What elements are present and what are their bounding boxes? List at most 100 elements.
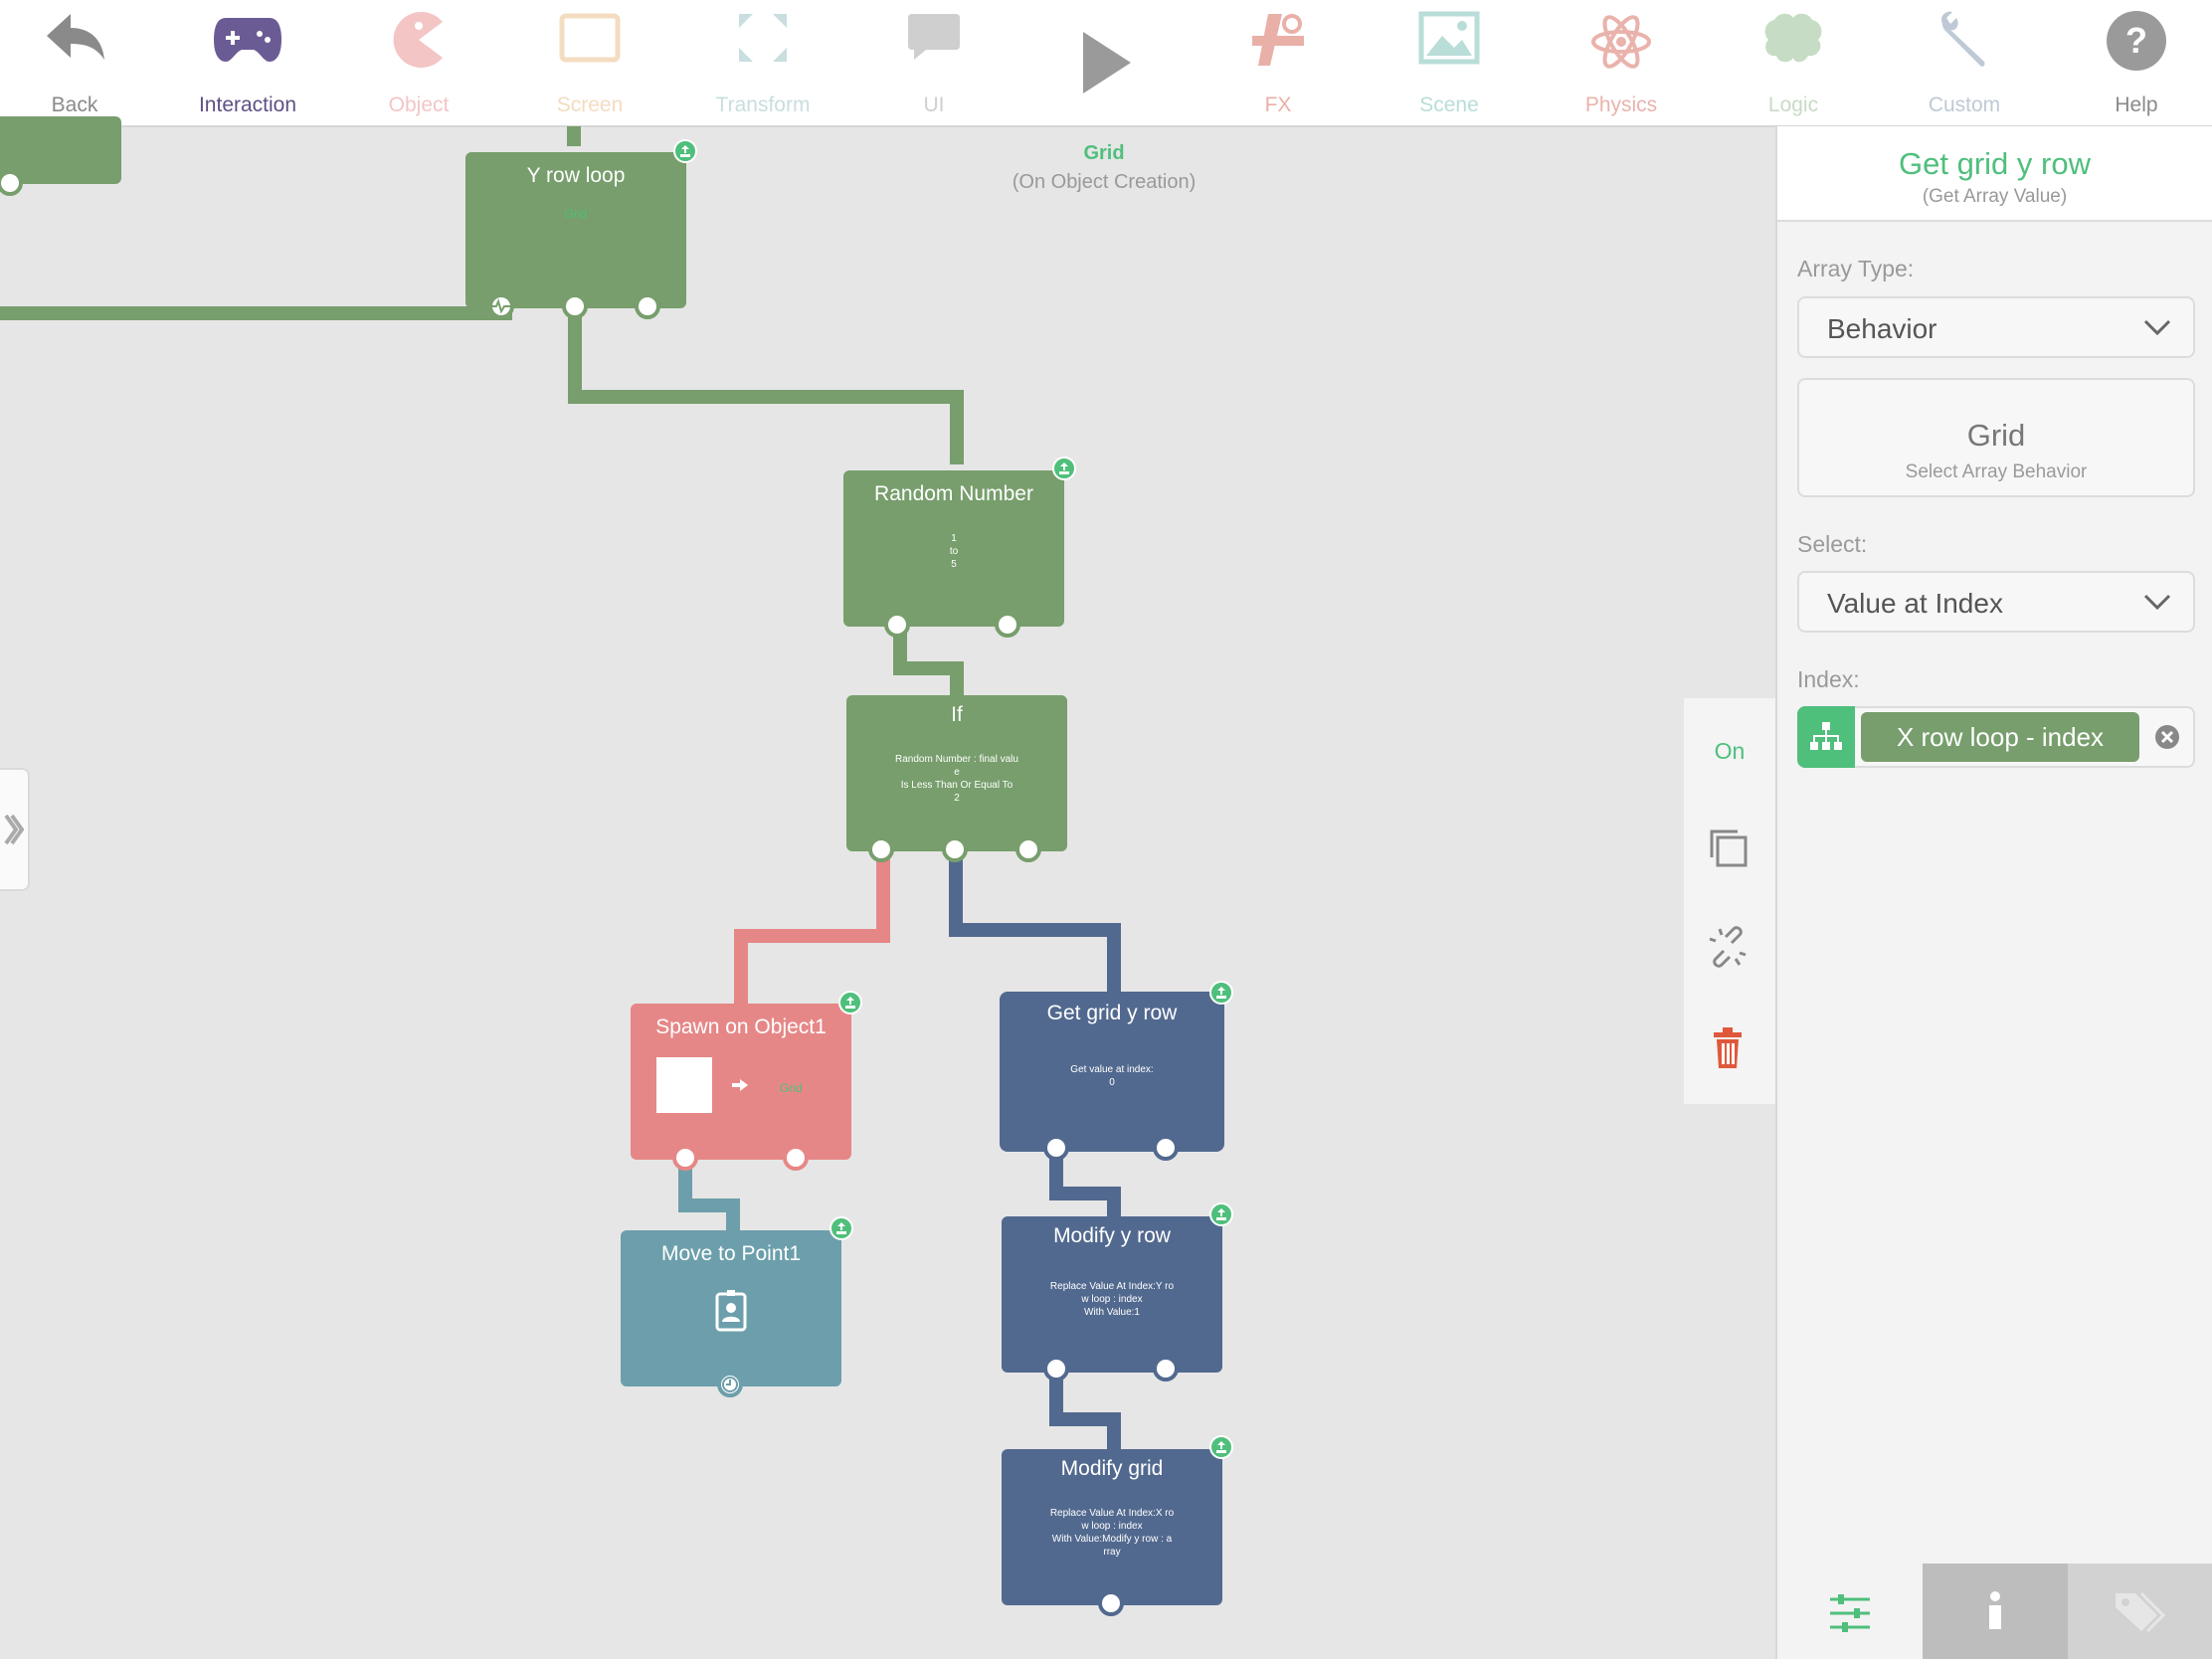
detail-line: w loop : index bbox=[1081, 1294, 1143, 1305]
node-output-port[interactable] bbox=[1015, 836, 1041, 862]
panel-tabs bbox=[1777, 1564, 2212, 1659]
tab-info[interactable] bbox=[1923, 1564, 2068, 1659]
node-title: Move to Point1 bbox=[660, 1242, 802, 1265]
detail-line: 0 bbox=[1109, 1077, 1115, 1088]
node-output-port[interactable] bbox=[868, 836, 894, 862]
modify-y-row-node[interactable]: Modify y row Replace Value At Index:Y ro… bbox=[1002, 1216, 1222, 1373]
logic-button[interactable]: Logic bbox=[1714, 0, 1873, 125]
behavior-canvas[interactable]: Grid (On Object Creation) Y row loop Gri… bbox=[0, 116, 1775, 1659]
node-title: Modify grid bbox=[1060, 1457, 1164, 1480]
index-attribute-chip[interactable]: X row loop - index bbox=[1861, 712, 2139, 762]
scene-button[interactable]: Scene bbox=[1370, 0, 1529, 125]
node-output-port[interactable] bbox=[884, 612, 910, 638]
scene-image-icon bbox=[1418, 11, 1480, 65]
detail-line: Is Less Than Or Equal To bbox=[900, 780, 1014, 791]
help-label: Help bbox=[2115, 93, 2158, 116]
move-to-point-node[interactable]: Move to Point1 bbox=[621, 1230, 841, 1386]
node-output-port[interactable] bbox=[783, 1145, 809, 1171]
detail-line: With Value:1 bbox=[1084, 1307, 1140, 1318]
index-label: Index: bbox=[1797, 666, 1860, 692]
brain-icon bbox=[1764, 13, 1822, 63]
copy-icon[interactable] bbox=[1706, 826, 1750, 869]
unlink-icon[interactable] bbox=[1706, 925, 1750, 969]
logic-label: Logic bbox=[1767, 93, 1819, 116]
index-field[interactable]: X row loop - index bbox=[1797, 706, 2195, 768]
chevron-down-icon bbox=[2143, 594, 2171, 611]
arrow-right-icon bbox=[732, 1079, 748, 1091]
wrench-icon bbox=[1940, 11, 1985, 67]
physics-button[interactable]: Physics bbox=[1542, 0, 1701, 125]
tab-tags[interactable] bbox=[2068, 1564, 2212, 1659]
detail-line: With Value:Modify y row : a bbox=[1051, 1534, 1173, 1545]
transform-icon bbox=[739, 14, 787, 62]
node-output-port[interactable] bbox=[1153, 1135, 1179, 1161]
timer-port[interactable] bbox=[717, 1372, 743, 1397]
detail-line: rray bbox=[1103, 1547, 1121, 1558]
if-node[interactable]: If Random Number : final valu e Is Less … bbox=[846, 695, 1067, 851]
modify-grid-node[interactable]: Modify grid Replace Value At Index:X ro … bbox=[1002, 1449, 1222, 1605]
node-output-port[interactable] bbox=[1043, 1356, 1069, 1382]
attribute-picker-button[interactable] bbox=[1797, 706, 1855, 768]
help-icon: ? bbox=[2107, 11, 2166, 71]
export-badge[interactable] bbox=[1052, 457, 1076, 480]
detail-line: Get value at index: bbox=[1070, 1064, 1154, 1075]
behavior-hint: Select Array Behavior bbox=[1905, 461, 2088, 482]
node-title: Get grid y row bbox=[1046, 1002, 1178, 1024]
drawer-handle[interactable] bbox=[0, 768, 30, 891]
node-output-port[interactable] bbox=[942, 836, 968, 862]
play-icon bbox=[1083, 32, 1131, 93]
node-output-port[interactable] bbox=[1153, 1356, 1179, 1382]
export-badge[interactable] bbox=[838, 991, 862, 1014]
on-toggle[interactable]: On bbox=[1684, 738, 1775, 765]
node-output-port[interactable] bbox=[672, 1145, 698, 1171]
tab-settings[interactable] bbox=[1777, 1564, 1923, 1659]
panel-header: Get grid y row (Get Array Value) bbox=[1777, 126, 2212, 222]
top-toolbar: Back Interaction Object Screen Transform… bbox=[0, 0, 2212, 127]
node-output-port[interactable] bbox=[995, 612, 1020, 638]
node-output-port[interactable] bbox=[1043, 1135, 1069, 1161]
help-button[interactable]: ? Help bbox=[2057, 0, 2212, 125]
array-type-select[interactable]: Behavior bbox=[1797, 296, 2195, 358]
fx-button[interactable]: FX bbox=[1198, 0, 1358, 125]
transform-button[interactable]: Transform bbox=[683, 0, 842, 125]
get-grid-y-row-node[interactable]: Get grid y row Get value at index: 0 bbox=[1002, 994, 1222, 1150]
select-dropdown[interactable]: Value at Index bbox=[1797, 571, 2195, 633]
export-badge[interactable] bbox=[673, 139, 697, 163]
node-title: Spawn on Object1 bbox=[655, 1015, 827, 1038]
connection-wires bbox=[0, 126, 1121, 1449]
export-badge[interactable] bbox=[830, 1216, 853, 1240]
export-badge[interactable] bbox=[1209, 1202, 1233, 1226]
play-button[interactable] bbox=[1025, 0, 1185, 125]
svg-text:?: ? bbox=[2125, 20, 2147, 61]
canvas-caption: Grid (On Object Creation) bbox=[955, 142, 1253, 194]
screen-button[interactable]: Screen bbox=[510, 0, 669, 125]
node-title: Y row loop bbox=[526, 164, 626, 187]
screen-icon bbox=[559, 13, 621, 63]
detail-line: 1 bbox=[951, 533, 957, 544]
object-button[interactable]: Object bbox=[339, 0, 498, 125]
random-number-node[interactable]: Random Number 1 to 5 bbox=[843, 470, 1064, 627]
caption-subtitle: (On Object Creation) bbox=[1012, 171, 1197, 193]
node-details: Replace Value At Index:Y ro w loop : ind… bbox=[1002, 1280, 1222, 1319]
upload-icon bbox=[680, 145, 690, 157]
trash-icon[interactable] bbox=[1710, 1026, 1750, 1070]
ui-button[interactable]: UI bbox=[854, 0, 1014, 125]
pulse-port[interactable] bbox=[488, 293, 514, 319]
node-output-port[interactable] bbox=[1098, 1590, 1124, 1616]
node-output-port[interactable] bbox=[562, 293, 588, 319]
export-badge[interactable] bbox=[1209, 981, 1233, 1005]
clear-icon[interactable] bbox=[2153, 723, 2181, 751]
node-details: 1 to 5 bbox=[843, 532, 1064, 571]
speech-bubble-icon bbox=[908, 14, 960, 60]
object-thumbnail bbox=[656, 1057, 712, 1113]
select-array-behavior-button[interactable]: Grid Select Array Behavior bbox=[1797, 378, 2195, 497]
y-row-loop-node[interactable]: Y row loop Grid bbox=[465, 152, 686, 308]
spawn-node[interactable]: Spawn on Object1 Grid bbox=[631, 1004, 851, 1160]
custom-button[interactable]: Custom bbox=[1885, 0, 2044, 125]
node-title: Random Number bbox=[874, 482, 1033, 505]
ui-label: UI bbox=[923, 93, 945, 116]
export-badge[interactable] bbox=[1209, 1435, 1233, 1459]
interaction-button[interactable]: Interaction bbox=[168, 0, 327, 125]
back-button[interactable]: Back bbox=[0, 0, 154, 125]
node-output-port[interactable] bbox=[635, 293, 660, 319]
